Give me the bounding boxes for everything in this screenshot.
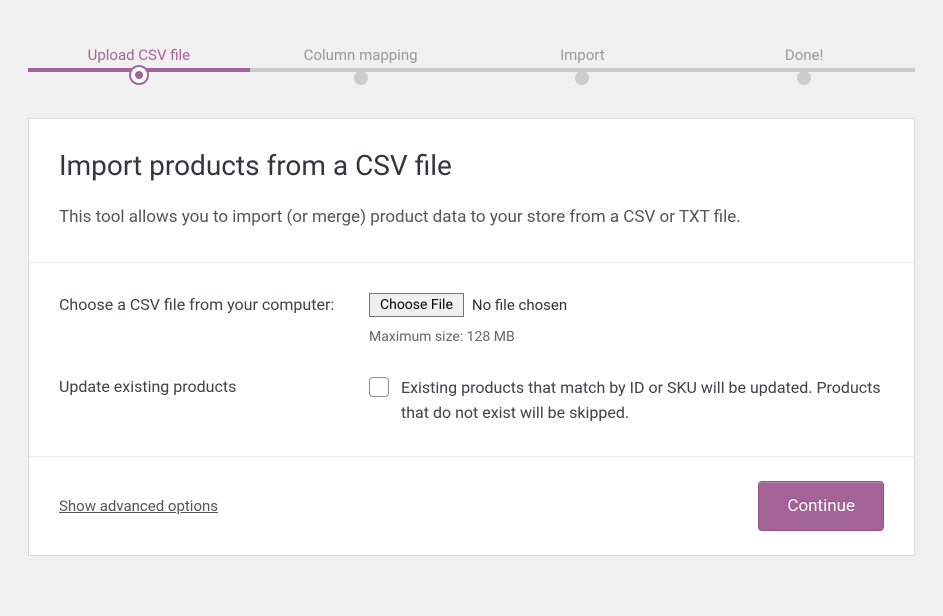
update-field-control: Existing products that match by ID or SK… xyxy=(369,375,884,426)
page-title: Import products from a CSV file xyxy=(59,149,884,182)
update-checkbox-description: Existing products that match by ID or SK… xyxy=(401,375,884,426)
continue-button[interactable]: Continue xyxy=(758,481,884,531)
import-card: Import products from a CSV file This too… xyxy=(28,118,915,556)
update-field-label: Update existing products xyxy=(59,375,369,426)
step-dot-icon xyxy=(354,71,368,85)
step-label: Import xyxy=(472,46,694,64)
file-field-control: Choose File No file chosen Maximum size:… xyxy=(369,293,884,345)
step-import[interactable]: Import xyxy=(472,46,694,88)
card-footer: Show advanced options Continue xyxy=(29,457,914,555)
card-header: Import products from a CSV file This too… xyxy=(29,119,914,263)
step-dot-icon xyxy=(131,67,147,83)
file-field-row: Choose a CSV file from your computer: Ch… xyxy=(59,293,884,345)
step-label: Upload CSV file xyxy=(28,46,250,64)
file-input-wrapper: Choose File No file chosen xyxy=(369,293,884,317)
checkbox-row: Existing products that match by ID or SK… xyxy=(369,375,884,426)
update-field-row: Update existing products Existing produc… xyxy=(59,375,884,426)
choose-file-button[interactable]: Choose File xyxy=(369,293,464,317)
page-description: This tool allows you to import (or merge… xyxy=(59,206,884,230)
advanced-options-link[interactable]: Show advanced options xyxy=(59,497,218,515)
card-body: Choose a CSV file from your computer: Ch… xyxy=(29,263,914,457)
file-size-hint: Maximum size: 128 MB xyxy=(369,329,884,345)
step-column-mapping[interactable]: Column mapping xyxy=(250,46,472,88)
file-status: No file chosen xyxy=(472,296,567,314)
update-existing-checkbox[interactable] xyxy=(369,377,389,397)
step-label: Done! xyxy=(693,46,915,64)
step-upload[interactable]: Upload CSV file xyxy=(28,46,250,88)
import-stepper: Upload CSV file Column mapping Import Do… xyxy=(28,0,915,88)
step-dot-icon xyxy=(797,71,811,85)
step-label: Column mapping xyxy=(250,46,472,64)
step-dot-icon xyxy=(575,71,589,85)
file-field-label: Choose a CSV file from your computer: xyxy=(59,293,369,345)
step-done[interactable]: Done! xyxy=(693,46,915,88)
